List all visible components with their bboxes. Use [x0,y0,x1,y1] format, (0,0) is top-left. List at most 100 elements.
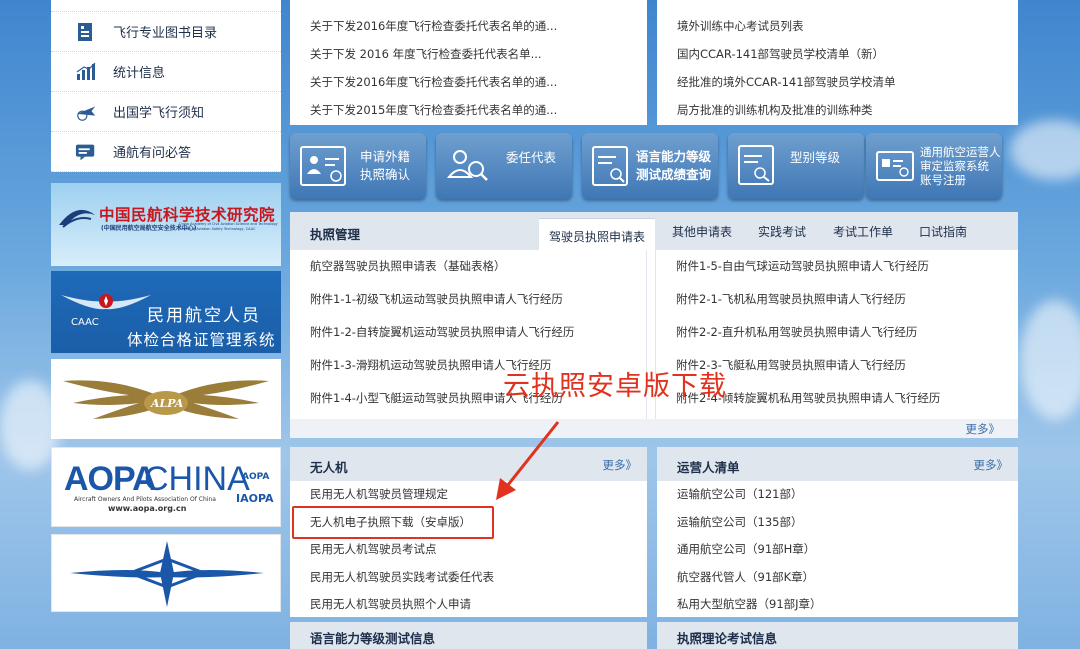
license-management-panel: 执照管理 驾驶员执照申请表 其他申请表 实践考试 考试工作单 口试指南 航空器驾… [290,212,1018,438]
quick-button-label: 型别等级 [790,150,841,165]
ga-operator-register-button[interactable]: 通用航空运营人 审定监察系统 账号注册 [866,133,1002,199]
annotation-text: 云执照安卓版下载 [503,371,727,402]
sidebar-item-faq[interactable]: 通航有问必答 [51,132,281,172]
panel-title: 运营人清单 [677,460,740,475]
list-item[interactable]: 民用无人机驾驶员执照个人申请 [290,591,647,619]
chat-icon [75,142,97,162]
star-emblem-icon [70,541,264,607]
tab-pilot-application[interactable]: 驾驶员执照申请表 [539,218,656,250]
type-rating-button[interactable]: 型别等级 [728,133,864,199]
sidebar-item-label: 通航有问必答 [113,146,192,161]
quick-button-line2: 测试成绩查询 [636,167,712,182]
list-item [657,0,1018,12]
more-link[interactable]: 更多》 [966,421,1001,437]
aopa-tag1: AOPA [242,472,270,482]
panel-title: 语言能力等级测试信息 [310,631,436,646]
operators-panel: 运营人清单 更多》 运输航空公司（121部） 运输航空公司（135部） 通用航空… [657,447,1018,617]
aopa-banner[interactable]: AOPA CHINA AOPA IAOPA Aircraft Owners An… [51,447,281,527]
panel-title: 执照管理 [310,227,361,242]
list-item [290,0,647,12]
sidebar-item-label: 统计信息 [113,66,166,81]
quick-button-label: 语言能力等级 测试成绩查询 [636,148,711,184]
certificate-search-icon [738,145,774,185]
list-item[interactable]: 经批准的境外CCAR-141部驾驶员学校清单 [657,68,1018,96]
list-item[interactable]: 关于下发2016年度飞行检查委托代表名单的通... [290,12,647,40]
tab-other-applications[interactable]: 其他申请表 [672,223,732,240]
license-panel-footer: 更多》 [290,419,1018,438]
quick-button-bar: 申请外籍执照确认 委任代表 语言能力等级 测试成绩查询 型别等级 通用航空运营人审… [290,133,1006,201]
list-item[interactable]: 通用航空公司（91部H章） [657,536,1018,564]
sidebar-item-top[interactable] [51,0,281,12]
people-icon [446,145,492,185]
caac-badge: CAAC [71,317,99,328]
caac-line1: 民用航空人员 [147,306,261,326]
casti-en: China Academy of Civil Aviation Science … [179,222,279,232]
document-search-icon [592,146,628,186]
quick-button-line1: 申请外籍 [360,149,411,164]
star-emblem-banner[interactable] [51,534,281,612]
list-item[interactable]: 运输航空公司（135部） [657,509,1018,537]
alpa-label: ALPA [151,397,184,410]
list-item[interactable]: 关于下发 2016 年度飞行检查委托代表名单... [290,40,647,68]
list-item[interactable]: 民用无人机驾驶员实践考试委任代表 [290,564,647,592]
panel-title: 执照理论考试信息 [677,631,778,646]
aopa-url: www.aopa.org.cn [108,504,187,513]
list-item[interactable]: 局方批准的训练机构及批准的训练种类 [657,96,1018,124]
language-test-button[interactable]: 语言能力等级 测试成绩查询 [582,133,718,199]
list-item[interactable]: 附件1-1-初级飞机运动驾驶员执照申请人飞行经历 [290,283,646,316]
list-item[interactable]: 关于下发2015年度飞行检查委托代表名单的通... [290,96,647,124]
tab-oral-guide[interactable]: 口试指南 [919,223,967,240]
more-link[interactable]: 更多》 [603,457,638,473]
quick-button-label: 申请外籍 执照确认 [360,148,410,184]
quick-button-line2: 审定监察系统 [920,159,989,173]
theory-exam-header: 执照理论考试信息 [657,622,1018,649]
list-item[interactable]: 民用无人机驾驶员管理规定 [290,481,647,509]
news-list-left: 关于下发2016年度飞行检查委托代表名单的通... 关于下发 2016 年度飞行… [290,0,647,125]
id-check-icon [876,151,914,181]
tab-exam-worksheet[interactable]: 考试工作单 [833,223,893,240]
quick-button-line1: 语言能力等级 [636,149,712,164]
list-item[interactable]: 关于下发2016年度飞行检查委托代表名单的通... [290,68,647,96]
tab-practical-test[interactable]: 实践考试 [758,223,806,240]
list-item[interactable]: 附件2-1-飞机私用驾驶员执照申请人飞行经历 [656,283,1018,316]
more-link[interactable]: 更多》 [974,457,1009,473]
sidebar-item-statistics[interactable]: 统计信息 [51,52,281,92]
aopa-big: AOPA [64,460,157,498]
caac-medical-banner[interactable]: CAAC 民用航空人员 体检合格证管理系统 [51,271,281,353]
list-item[interactable]: 航空器代管人（91部K章） [657,564,1018,592]
plane-icon [75,102,97,122]
bar-chart-icon [75,62,97,82]
annotation-highlight-box [292,506,494,539]
id-card-icon [300,146,346,186]
casti-logo-icon [59,209,95,228]
list-item[interactable]: 附件1-5-自由气球运动驾驶员执照申请人飞行经历 [656,250,1018,283]
sidebar-item-label: 出国学飞行须知 [113,106,205,121]
alpa-banner[interactable]: ALPA [51,359,281,439]
list-item[interactable]: 航空器驾驶员执照申请表（基础表格） [290,250,646,283]
caac-wings-icon [61,294,151,310]
caac-line2: 体检合格证管理系统 [127,331,276,349]
list-item[interactable]: 国内CCAR-141部驾驶员学校清单（新） [657,40,1018,68]
aopa-tag2: IAOPA [236,492,274,505]
foreign-license-button[interactable]: 申请外籍 执照确认 [290,133,426,199]
list-item[interactable]: 民用无人机驾驶员考试点 [290,536,647,564]
list-item[interactable]: 附件2-2-直升机私用驾驶员执照申请人飞行经历 [656,316,1018,349]
panel-title: 无人机 [310,460,348,475]
sidebar-item-abroad[interactable]: 出国学飞行须知 [51,92,281,132]
operators-panel-header: 运营人清单 更多》 [657,447,1018,481]
sidebar-item-catalog[interactable]: 飞行专业图书目录 [51,12,281,52]
casti-banner[interactable]: 中国民航科学技术研究院 (中国民用航空局航空安全技术中心) China Acad… [51,183,281,266]
catalog-icon [75,22,97,42]
list-item[interactable]: 附件1-2-自转旋翼机运动驾驶员执照申请人飞行经历 [290,316,646,349]
list-item[interactable]: 私用大型航空器（91部J章） [657,591,1018,619]
annotation-arrow-icon [496,421,560,500]
news-list-right: 境外训练中心考试员列表 国内CCAR-141部驾驶员学校清单（新） 经批准的境外… [657,0,1018,125]
language-test-header: 语言能力等级测试信息 [290,622,647,649]
delegate-button[interactable]: 委任代表 [436,133,572,199]
list-item[interactable]: 运输航空公司（121部） [657,481,1018,509]
quick-button-line2: 执照确认 [360,167,411,182]
list-item[interactable]: 境外训练中心考试员列表 [657,12,1018,40]
uav-panel-header: 无人机 更多》 [290,447,647,481]
quick-button-label: 通用航空运营人 审定监察系统 账号注册 [920,145,1001,187]
aopa-china: CHINA [144,460,250,498]
